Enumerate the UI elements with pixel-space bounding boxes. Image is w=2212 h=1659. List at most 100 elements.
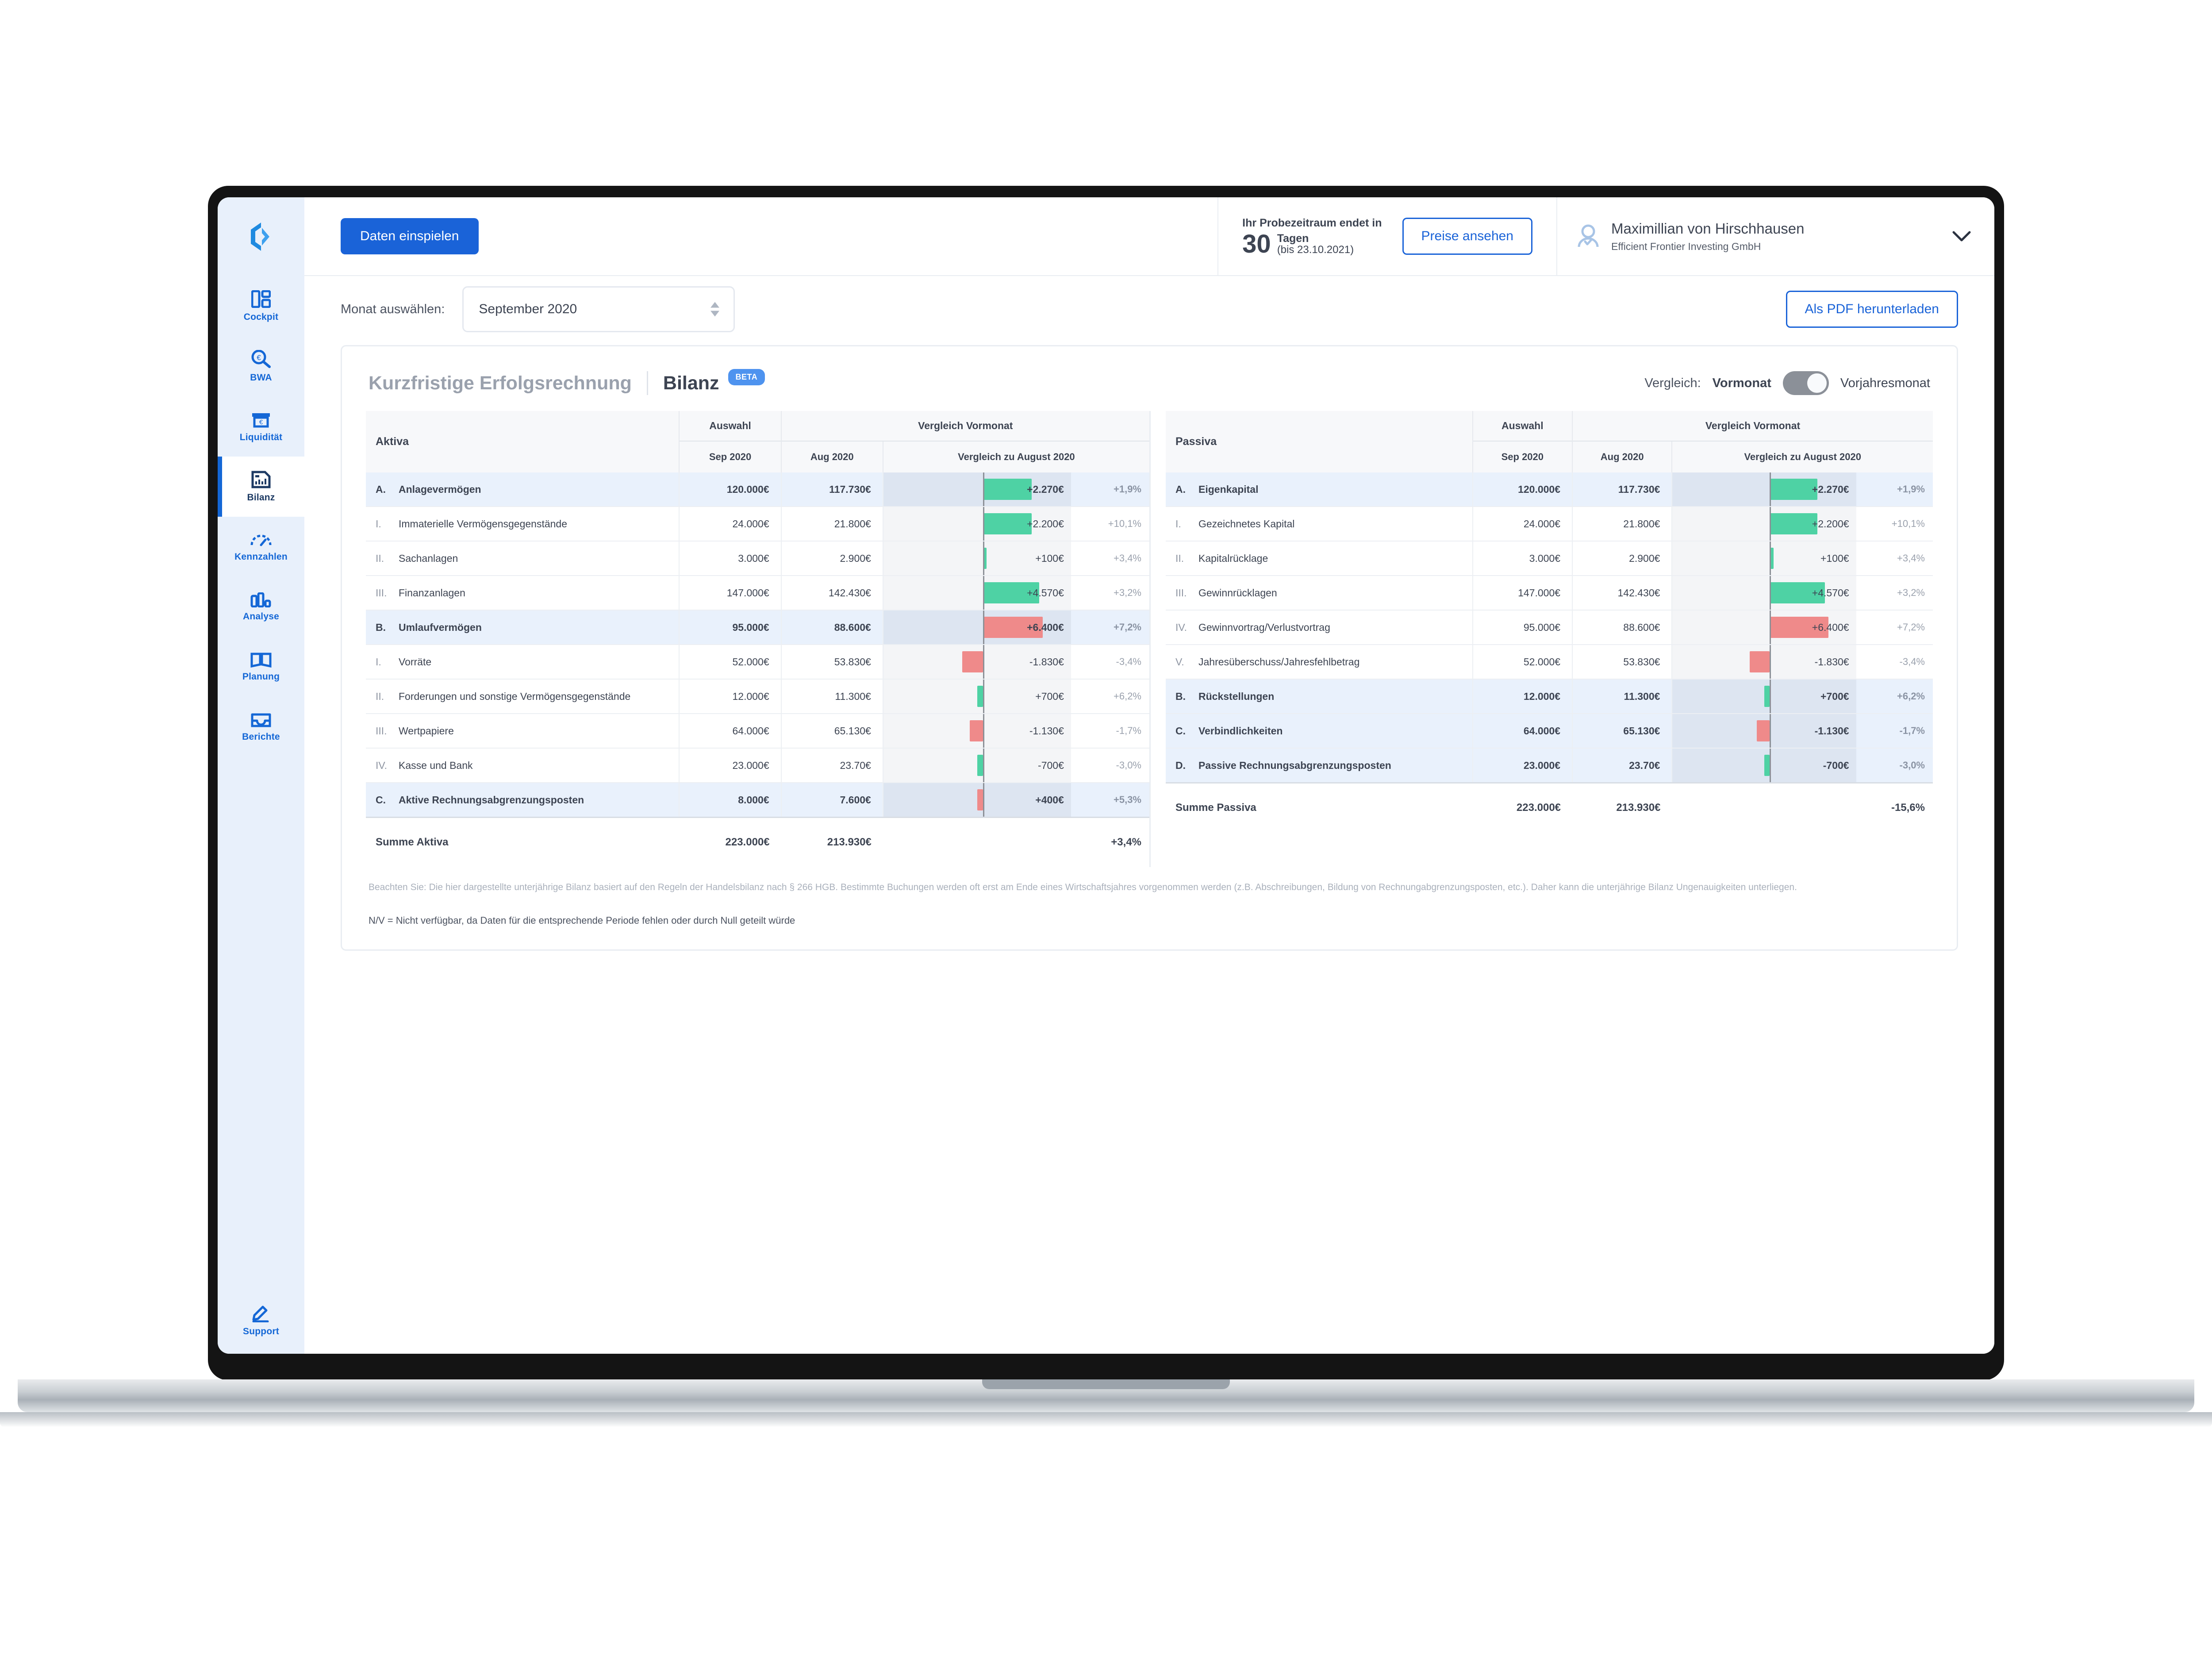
table-row[interactable]: IV. Kasse und Bank 23.000€ 23.70€ -700€ -3,0% [366, 748, 1149, 783]
sidebar-item-label: Bilanz [247, 492, 275, 503]
sidebar-item-label: Cockpit [243, 311, 279, 322]
dashboard-grid-icon [251, 290, 271, 308]
column-aug-2020: Aug 2020 [1572, 441, 1672, 472]
column-sep-2020: Sep 2020 [1472, 441, 1573, 472]
table-row[interactable]: III. Gewinnrücklagen 147.000€ 142.430€ +4.57… [1166, 576, 1933, 611]
waterfall-zero-line [983, 645, 984, 679]
row-delta-value: +700€ [1035, 690, 1064, 702]
card-title-secondary[interactable]: Kurzfristige Erfolgsrechnung [369, 373, 632, 394]
app-logo[interactable] [218, 197, 304, 276]
waterfall-inner: -700€ [1672, 749, 1856, 782]
waterfall-bar [1770, 513, 1818, 534]
row-delta-value: +4.570€ [1027, 587, 1064, 599]
row-title: Umlaufvermögen [399, 621, 482, 633]
row-number: III. [1175, 587, 1187, 599]
sidebar-item-bwa[interactable]: € BWA [218, 336, 304, 396]
table-row[interactable]: B. Rückstellungen 12.000€ 11.300€ +700€ +6,2% [1166, 679, 1933, 714]
row-delta-waterfall: +100€ [882, 541, 1071, 576]
waterfall-bar [1770, 479, 1818, 500]
row-delta-waterfall: +6.400€ [1671, 610, 1856, 645]
aktiva-summary-spacer [883, 817, 1071, 867]
row-previous-value: 11.300€ [1572, 679, 1672, 714]
user-menu[interactable]: Maximillian von Hirschhausen Efficient F… [1556, 197, 1994, 275]
passiva-summary-spacer [1672, 782, 1856, 833]
view-pricing-button[interactable]: Preise ansehen [1402, 218, 1532, 255]
row-number: II. [1175, 552, 1184, 564]
sidebar-item-planung[interactable]: Planung [218, 637, 304, 697]
table-row[interactable]: I. Vorräte 52.000€ 53.830€ -1.830€ -3,4% [366, 645, 1149, 680]
comparison-toggle[interactable] [1782, 371, 1829, 395]
month-select[interactable]: September 2020 [462, 286, 735, 332]
sidebar-item-label: Liquidität [239, 432, 283, 442]
chevron-down-icon[interactable] [1952, 230, 1971, 242]
row-label: C. Aktive Rechnungsabgrenzungsposten [366, 783, 680, 818]
row-label: C. Verbindlichkeiten [1166, 714, 1473, 749]
row-delta-value: -1.130€ [1814, 725, 1849, 737]
row-number: C. [1175, 725, 1186, 737]
sidebar-item-kennzahlen[interactable]: Kennzahlen [218, 517, 304, 577]
table-row[interactable]: IV. Gewinnvortrag/Verlustvortrag 95.000€ 88… [1166, 610, 1933, 645]
sidebar-item-support[interactable]: Support [218, 1287, 304, 1354]
spinner-up-down-icon[interactable] [710, 302, 720, 317]
row-previous-value: 23.70€ [780, 748, 883, 783]
row-label: IV. Kasse und Bank [366, 748, 680, 783]
table-row[interactable]: III. Finanzanlagen 147.000€ 142.430€ +4.570€… [366, 576, 1149, 611]
table-row[interactable]: D. Passive Rechnungsabgrenzungsposten 23.0… [1166, 748, 1933, 783]
table-row[interactable]: I. Gezeichnetes Kapital 24.000€ 21.800€ +2.2… [1166, 507, 1933, 541]
table-row[interactable]: C. Aktive Rechnungsabgrenzungsposten 8.000… [366, 783, 1149, 818]
table-row[interactable]: III. Wertpapiere 64.000€ 65.130€ -1.130€ -1,7… [366, 714, 1149, 749]
row-current-value: 120.000€ [679, 472, 781, 507]
aktiva-thead: Aktiva Auswahl Vergleich Vormonat Sep 20… [366, 411, 1149, 472]
row-previous-value: 142.430€ [780, 576, 883, 611]
table-row[interactable]: I. Immaterielle Vermögensgegenstände 24.00… [366, 507, 1149, 541]
row-delta-waterfall: +6.400€ [882, 610, 1071, 645]
row-delta-waterfall: -1.130€ [1671, 714, 1856, 749]
row-title: Sachanlagen [399, 552, 458, 564]
comparison-option-previous-year-month[interactable]: Vorjahresmonat [1840, 376, 1930, 391]
download-pdf-button[interactable]: Als PDF herunterladen [1786, 291, 1958, 328]
row-delta-percent: -3,4% [1071, 645, 1149, 680]
sidebar-item-bilanz[interactable]: Bilanz [218, 457, 304, 517]
row-current-value: 120.000€ [1472, 472, 1573, 507]
table-row[interactable]: V. Jahresüberschuss/Jahresfehlbetrag 52.00… [1166, 645, 1933, 680]
row-delta-waterfall: +700€ [882, 679, 1071, 714]
table-row[interactable]: B. Umlaufvermögen 95.000€ 88.600€ +6.400€ +7,… [366, 610, 1149, 645]
trial-countdown: 30 Tagen (bis 23.10.2021) [1242, 231, 1382, 257]
waterfall-bar [977, 686, 983, 707]
row-previous-value: 21.800€ [780, 507, 883, 541]
row-current-value: 24.000€ [679, 507, 781, 541]
row-label: V. Jahresüberschuss/Jahresfehlbetrag [1166, 645, 1473, 680]
row-delta-waterfall: -700€ [1671, 748, 1856, 783]
row-previous-value: 7.600€ [780, 783, 883, 818]
row-delta-waterfall: +4.570€ [1671, 576, 1856, 611]
row-title: Gewinnvortrag/Verlustvortrag [1198, 621, 1330, 633]
sidebar-item-analyse[interactable]: Analyse [218, 577, 304, 637]
table-row[interactable]: A. Anlagevermögen 120.000€ 117.730€ +2.270€ +… [366, 472, 1149, 507]
waterfall-inner: -700€ [883, 749, 1071, 782]
table-row[interactable]: C. Verbindlichkeiten 64.000€ 65.130€ -1.130€… [1166, 714, 1933, 749]
comparison-option-previous-month[interactable]: Vormonat [1713, 376, 1771, 391]
waterfall-zero-line [1770, 507, 1771, 541]
row-current-value: 3.000€ [679, 541, 781, 576]
magnifier-euro-icon: € [251, 349, 271, 369]
row-delta-value: +2.270€ [1812, 483, 1849, 495]
month-select-value: September 2020 [479, 302, 577, 316]
sidebar-item-berichte[interactable]: Berichte [218, 697, 304, 757]
row-current-value: 95.000€ [679, 610, 781, 645]
row-previous-value: 2.900€ [1572, 541, 1672, 576]
row-previous-value: 23.70€ [1572, 748, 1672, 783]
table-row[interactable]: II. Forderungen und sonstige Vermögensgeg… [366, 679, 1149, 714]
table-row[interactable]: II. Sachanlagen 3.000€ 2.900€ +100€ +3,4% [366, 541, 1149, 576]
row-number: I. [376, 518, 381, 530]
disclaimer-note: Beachten Sie: Die hier dargestellte unte… [369, 882, 1797, 892]
sidebar-item-cockpit[interactable]: Cockpit [218, 276, 304, 336]
trial-days-unit: Tagen [1277, 232, 1309, 245]
table-row[interactable]: A. Eigenkapital 120.000€ 117.730€ +2.270€ +1,… [1166, 472, 1933, 507]
import-data-button[interactable]: Daten einspielen [341, 218, 479, 254]
sidebar-item-liquiditaet[interactable]: € Liquidität [218, 396, 304, 457]
row-title: Vorräte [399, 656, 432, 668]
waterfall-zero-line [1770, 541, 1771, 575]
aktiva-side-label: Aktiva [366, 411, 680, 472]
table-row[interactable]: II. Kapitalrücklage 3.000€ 2.900€ +100€ +3,4% [1166, 541, 1933, 576]
row-title: Kasse und Bank [399, 759, 473, 771]
